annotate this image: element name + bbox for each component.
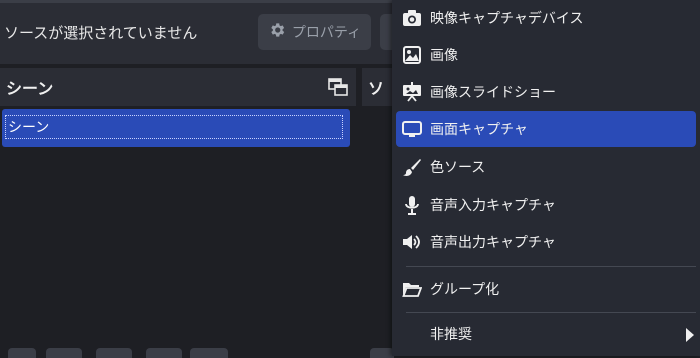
menu-item-label: 音声入力キャプチャ <box>430 198 556 214</box>
menu-item-label: 映像キャプチャデバイス <box>430 11 584 27</box>
menu-item-color-source[interactable]: 色ソース <box>396 149 696 185</box>
folder-icon <box>402 279 423 299</box>
scene-item-label: シーン <box>5 115 343 139</box>
menu-item-label: 色ソース <box>430 160 486 176</box>
menu-item-group[interactable]: グループ化 <box>396 271 696 307</box>
menu-item-label: 音声出力キャプチャ <box>430 235 556 251</box>
menu-item-label: 非推奨 <box>430 327 472 343</box>
move-scene-up-button[interactable] <box>146 348 182 358</box>
camera-icon <box>402 8 422 28</box>
menu-item-image[interactable]: 画像 <box>396 37 696 73</box>
menu-item-audio-input-capture[interactable]: 音声入力キャプチャ <box>396 187 696 223</box>
scenes-dock: シーン シーン <box>0 64 356 356</box>
scene-filters-button[interactable] <box>96 348 132 358</box>
speaker-icon <box>402 232 422 252</box>
menu-item-audio-output-capture[interactable]: 音声出力キャプチャ <box>396 224 696 260</box>
menu-item-label: 画像スライドショー <box>430 85 556 101</box>
sources-dock-title: ソ <box>368 79 385 98</box>
scene-list-item[interactable]: シーン <box>2 109 350 147</box>
scenes-dock-header: シーン <box>0 68 356 106</box>
brush-icon <box>402 157 422 177</box>
menu-item-video-capture-device[interactable]: 映像キャプチャデバイス <box>396 0 696 36</box>
move-scene-down-button[interactable] <box>190 348 228 358</box>
scenes-dock-title: シーン <box>6 79 54 98</box>
menu-item-label: グループ化 <box>430 282 500 298</box>
menu-item-deprecated[interactable]: 非推奨 <box>396 316 696 352</box>
microphone-icon <box>402 195 422 215</box>
menu-item-label: 画像 <box>430 48 458 64</box>
add-scene-button[interactable] <box>8 348 36 358</box>
menu-separator <box>406 266 696 267</box>
remove-scene-button[interactable] <box>46 348 82 358</box>
menu-item-image-slideshow[interactable]: 画像スライドショー <box>396 74 696 110</box>
menu-separator <box>406 312 696 313</box>
add-source-context-menu: 映像キャプチャデバイス 画像 画像スライドショー 画面キャプチャ 色ソース 音声… <box>392 0 700 356</box>
gear-icon <box>268 21 286 43</box>
monitor-icon <box>402 119 422 139</box>
submenu-arrow-icon <box>686 328 694 342</box>
add-source-button[interactable] <box>370 348 394 358</box>
menu-item-display-capture[interactable]: 画面キャプチャ <box>396 111 696 147</box>
undock-icon[interactable] <box>328 78 348 100</box>
properties-button[interactable]: プロパティ <box>258 14 371 50</box>
no-source-selected-label: ソースが選択されていません <box>4 24 198 42</box>
image-icon <box>402 45 422 65</box>
slideshow-icon <box>402 82 422 102</box>
menu-item-label: 画面キャプチャ <box>430 122 528 138</box>
properties-label: プロパティ <box>291 25 362 41</box>
